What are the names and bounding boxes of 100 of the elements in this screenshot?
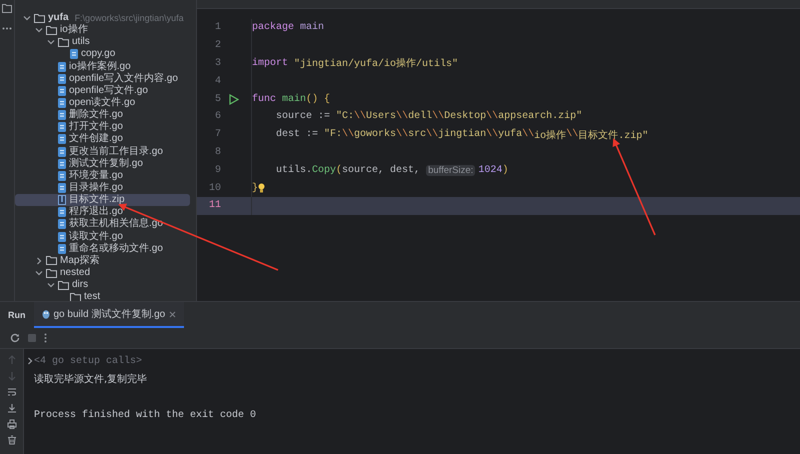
tree-row[interactable]: copy.go <box>15 48 190 61</box>
tool-window-title[interactable]: Run <box>0 310 34 320</box>
tree-row[interactable]: dirs <box>15 279 190 292</box>
go-file-icon <box>70 49 78 60</box>
tree-row[interactable]: 打开文件.go <box>15 121 190 134</box>
folder-icon <box>46 268 57 278</box>
go-file-icon <box>58 146 66 157</box>
tree-row[interactable]: yufa F:\goworks\src\jingtian\yufa <box>15 12 190 24</box>
scroll-to-end-icon[interactable] <box>6 403 16 413</box>
tree-label: yufa <box>48 12 69 24</box>
tree-row[interactable]: 更改当前工作目录.go <box>15 146 190 158</box>
go-file-icon <box>58 183 66 194</box>
chevron-down-icon[interactable] <box>23 14 31 22</box>
go-file-icon <box>58 98 66 108</box>
console-output: Process finished with the exit code 0 <box>34 410 256 420</box>
zip-file-icon <box>58 195 66 206</box>
print-icon[interactable] <box>6 419 16 429</box>
tree-label: test <box>84 291 100 301</box>
chevron-down-icon[interactable] <box>47 38 55 46</box>
tree-row[interactable]: utils <box>15 36 190 48</box>
tree-label: utils <box>72 36 90 48</box>
go-file-icon <box>58 158 66 169</box>
line-number: 4 <box>214 76 221 87</box>
folder-icon <box>34 13 45 24</box>
lightbulb-icon[interactable] <box>258 183 266 194</box>
tree-row[interactable]: 环境变量.go <box>15 170 190 182</box>
folder-icon <box>58 280 69 290</box>
code-line: func main() { <box>252 94 330 105</box>
chevron-down-icon[interactable] <box>35 26 43 34</box>
close-icon[interactable] <box>169 310 176 318</box>
tree-label: open读文件.go <box>69 97 136 108</box>
code-line: package main <box>252 22 324 34</box>
tree-row[interactable]: 重命名或移动文件.go <box>15 242 190 255</box>
tree-label: 目标文件.zip <box>69 194 125 206</box>
go-file-icon <box>58 219 66 230</box>
folder-icon <box>46 25 57 36</box>
tree-label: dirs <box>72 279 88 292</box>
line-number: 2 <box>214 40 221 52</box>
folder-icon <box>46 256 57 266</box>
line-number: 3 <box>214 58 221 69</box>
tree-label: 目录操作.go <box>69 182 123 194</box>
rerun-icon[interactable] <box>10 333 20 343</box>
tree-row[interactable]: open读文件.go <box>15 96 190 110</box>
soft-wrap-icon[interactable] <box>6 387 16 397</box>
go-file-icon <box>58 122 66 132</box>
go-file-icon <box>58 62 66 72</box>
tree-row[interactable]: 目录操作.go <box>15 182 190 194</box>
tree-row[interactable]: openfile写文件.go <box>15 84 190 97</box>
tree-label: 重命名或移动文件.go <box>69 242 163 254</box>
run-tab[interactable]: go build 测试文件复制.go <box>34 302 184 328</box>
folder-icon[interactable] <box>2 4 12 13</box>
tree-row[interactable]: openfile写入文件内容.go <box>15 72 190 85</box>
tree-row[interactable]: 文件创建.go <box>15 133 190 146</box>
tree-row[interactable]: nested <box>15 266 190 280</box>
go-file-icon <box>58 134 66 144</box>
tree-row[interactable]: io操作 <box>15 24 190 36</box>
go-file-icon <box>58 170 66 181</box>
go-file-icon <box>58 86 66 96</box>
tree-row[interactable]: 目标文件.zip <box>15 194 190 206</box>
tree-row[interactable]: io操作案例.go <box>15 60 190 73</box>
trash-icon[interactable] <box>6 435 16 445</box>
chevron-down-icon[interactable] <box>47 281 55 290</box>
tree-row[interactable]: 删除文件.go <box>15 109 190 122</box>
tree-label: openfile写文件.go <box>69 84 148 96</box>
tree-label: 读取文件.go <box>69 230 123 242</box>
tree-label: nested <box>60 267 90 280</box>
go-file-icon <box>58 74 66 84</box>
line-number: 9 <box>214 164 221 176</box>
go-file-icon <box>58 244 66 254</box>
folder-icon <box>58 37 69 48</box>
line-number: 7 <box>214 129 221 140</box>
chevron-right-icon[interactable] <box>35 256 43 265</box>
code-line: dest := "F:\\goworks\\src\\jingtian\\yufa\\io操作\\目标文件.zip" <box>275 128 648 142</box>
line-number: 1 <box>214 22 221 34</box>
code-line: import "jingtian/yufa/io操作/utils" <box>252 56 458 70</box>
tree-row[interactable]: 程序退出.go <box>15 206 190 218</box>
more-icon[interactable] <box>44 333 47 343</box>
line-number: 6 <box>214 111 221 122</box>
chevron-down-icon[interactable] <box>35 269 43 278</box>
tree-label: io操作 <box>60 24 88 36</box>
code-line: source := "C:\\Users\\dell\\Desktop\\appsearch.zip" <box>275 111 582 122</box>
tree-label: Map探索 <box>60 254 100 267</box>
gopher-icon <box>42 309 50 319</box>
console-output: 读取完毕源文件,复制完毕 <box>34 372 148 386</box>
tree-row[interactable]: 读取文件.go <box>15 230 190 243</box>
tree-row[interactable]: 测试文件复制.go <box>15 158 190 170</box>
tree-label: openfile写入文件内容.go <box>69 72 178 84</box>
tree-label: 环境变量.go <box>69 170 123 182</box>
code-line: utils.Copy(source, dest, bufferSize: 1024) <box>275 164 508 176</box>
line-number: 8 <box>214 146 221 158</box>
tree-label: io操作案例.go <box>69 60 131 72</box>
tree-row[interactable]: Map探索 <box>15 254 190 267</box>
project-path: F:\goworks\src\jingtian\yufa <box>74 13 184 24</box>
chevron-right-icon[interactable] <box>26 357 34 365</box>
more-icon[interactable] <box>2 27 12 30</box>
line-number: 5 <box>214 94 221 105</box>
run-icon[interactable] <box>229 94 239 105</box>
tree-label: 文件创建.go <box>69 133 123 146</box>
tree-label: 打开文件.go <box>69 121 123 132</box>
line-number: 11 <box>208 200 221 212</box>
